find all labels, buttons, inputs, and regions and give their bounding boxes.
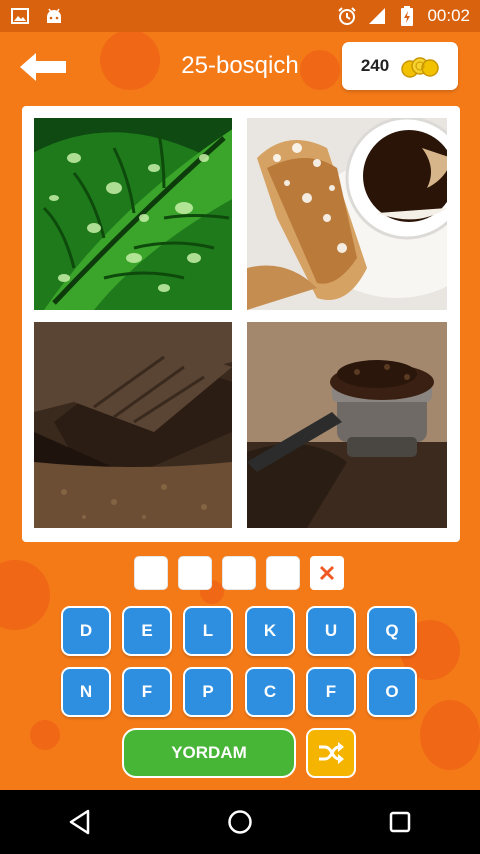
- letter-key[interactable]: O: [367, 667, 417, 717]
- letter-key[interactable]: F: [122, 667, 172, 717]
- home-circle-icon: [228, 810, 252, 834]
- signal-icon: [367, 6, 387, 26]
- gold-coins-icon: [401, 57, 439, 78]
- letter-key[interactable]: K: [245, 606, 295, 656]
- letter-key[interactable]: U: [306, 606, 356, 656]
- chocolate-bar-picture[interactable]: [34, 322, 232, 528]
- nav-back-button[interactable]: [60, 802, 100, 842]
- bg-bubble: [420, 700, 480, 770]
- picture-panel: [22, 106, 460, 542]
- alarm-icon: [337, 6, 357, 26]
- answer-slot[interactable]: [222, 556, 256, 590]
- shuffle-icon: [319, 742, 344, 764]
- pastry-coffee-cup-picture[interactable]: [247, 118, 447, 310]
- answer-slot[interactable]: [266, 556, 300, 590]
- letter-key[interactable]: E: [122, 606, 172, 656]
- nav-recents-button[interactable]: [380, 802, 420, 842]
- letter-key[interactable]: P: [183, 667, 233, 717]
- image-icon: [10, 6, 30, 26]
- help-button[interactable]: YORDAM: [122, 728, 296, 778]
- android-icon: [44, 6, 64, 26]
- letter-key[interactable]: D: [61, 606, 111, 656]
- espresso-portafilter-picture[interactable]: [247, 322, 447, 528]
- letter-key[interactable]: N: [61, 667, 111, 717]
- bg-bubble: [30, 720, 60, 750]
- header: 25-bosqich 240: [0, 32, 480, 104]
- answer-slot[interactable]: [178, 556, 212, 590]
- battery-icon: [397, 6, 417, 26]
- bg-bubble: [0, 560, 50, 630]
- letter-key[interactable]: C: [245, 667, 295, 717]
- status-time: 00:02: [427, 6, 470, 25]
- coins-value: 240: [360, 56, 390, 75]
- back-triangle-icon: [69, 809, 90, 835]
- recents-square-icon: [389, 811, 411, 833]
- status-bar: 00:02: [0, 0, 480, 32]
- navigation-bar: [0, 790, 480, 854]
- close-icon: [319, 565, 335, 581]
- shuffle-button[interactable]: [306, 728, 356, 778]
- answer-slot[interactable]: [134, 556, 168, 590]
- coins-counter[interactable]: 240: [342, 42, 458, 90]
- letter-key[interactable]: F: [306, 667, 356, 717]
- clear-answer-button[interactable]: [310, 556, 344, 590]
- letter-key[interactable]: Q: [367, 606, 417, 656]
- coffee-leaf-picture[interactable]: [34, 118, 232, 310]
- letter-key[interactable]: L: [183, 606, 233, 656]
- nav-home-button[interactable]: [220, 802, 260, 842]
